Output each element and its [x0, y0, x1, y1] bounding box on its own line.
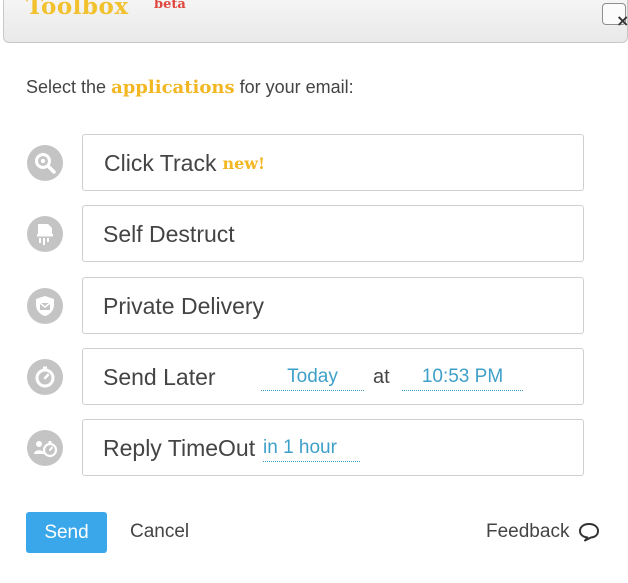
at-label: at [373, 366, 390, 388]
click-track-option[interactable]: Click Track new! [82, 134, 584, 191]
app-row-click-track: Click Track new! [0, 134, 628, 191]
reply-timeout-label: Reply TimeOut [103, 435, 256, 461]
send-later-time-select[interactable]: 10:53 PM [402, 366, 523, 391]
beta-badge: beta [154, 0, 186, 12]
new-badge: new! [222, 154, 266, 173]
feedback-link[interactable]: Feedback [486, 521, 569, 543]
toolbox-header: Toolbox beta × [3, 0, 628, 43]
prompt-text-before: Select the [26, 77, 112, 97]
prompt-highlight: applications [111, 77, 235, 98]
shredder-icon [27, 216, 63, 252]
app-row-private-delivery: Private Delivery [0, 277, 628, 334]
reply-timeout-option[interactable]: Reply TimeOut in 1 hour [82, 419, 584, 476]
click-track-label: Click Track new! [104, 150, 266, 176]
self-destruct-label: Self Destruct [103, 221, 235, 247]
shield-envelope-icon [27, 288, 63, 324]
close-icon[interactable]: × [616, 13, 628, 29]
reply-timer-icon [27, 430, 63, 466]
private-delivery-label: Private Delivery [103, 293, 265, 319]
private-delivery-option[interactable]: Private Delivery [82, 277, 584, 334]
reply-timeout-delay-select[interactable]: in 1 hour [263, 437, 360, 462]
app-row-reply-timeout: Reply TimeOut in 1 hour [0, 419, 628, 476]
stopwatch-icon [27, 359, 63, 395]
app-row-self-destruct: Self Destruct [0, 205, 628, 262]
self-destruct-option[interactable]: Self Destruct [82, 205, 584, 262]
toolbox-logo: Toolbox [26, 0, 129, 20]
send-later-day-select[interactable]: Today [261, 366, 364, 391]
send-later-label: Send Later [103, 364, 216, 390]
send-button[interactable]: Send [26, 512, 107, 553]
send-later-option[interactable]: Send Later Today at 10:53 PM [82, 348, 584, 405]
app-row-send-later: Send Later Today at 10:53 PM [0, 348, 628, 405]
prompt-text-after: for your email: [234, 77, 354, 97]
speech-bubble-icon[interactable] [578, 522, 600, 542]
cancel-link[interactable]: Cancel [130, 521, 189, 543]
magnifier-icon [27, 145, 63, 181]
instructions: Select the applications for your email: [26, 77, 354, 98]
